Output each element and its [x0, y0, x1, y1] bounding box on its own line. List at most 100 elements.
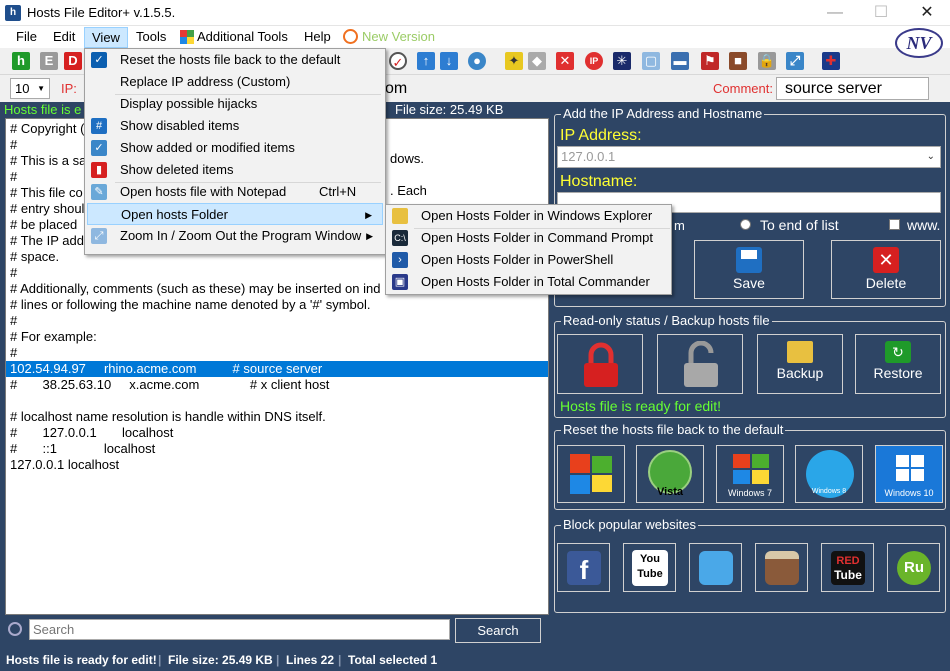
editor-line[interactable]: # ::1 localhost [10, 441, 155, 457]
reset-vista-button[interactable]: Vista [636, 445, 704, 503]
end-of-list-radio[interactable] [740, 219, 751, 230]
search-input[interactable] [29, 619, 450, 640]
block-redtube-button[interactable]: RED Tube [821, 543, 874, 592]
folder-icon[interactable]: ▬ [671, 52, 689, 70]
editor-line[interactable]: # This file co [10, 185, 83, 201]
delete-button[interactable]: ✕ Delete [831, 240, 941, 299]
ip-address-select[interactable]: 127.0.0.1 ⌄ [557, 146, 941, 168]
hosts-icon[interactable]: h [12, 52, 30, 70]
shield-icon[interactable]: ◆ [528, 52, 546, 70]
end-of-list-label: To end of list [760, 217, 839, 233]
menu-additional-tools[interactable]: Additional Tools [190, 26, 295, 48]
block-facebook-button[interactable]: f [557, 543, 610, 592]
editor-line[interactable]: # Additionally, comments (such as these)… [10, 281, 380, 297]
powershell-icon: › [392, 252, 408, 268]
editor-line[interactable]: # [10, 265, 17, 281]
submenu-item-command-prompt[interactable]: C:\ Open Hosts Folder in Command Prompt [388, 227, 669, 249]
expand-icon[interactable]: ⤢ [786, 52, 804, 70]
ip-icon[interactable]: IP [585, 52, 603, 70]
restore-button[interactable]: ↻ Restore [855, 334, 941, 394]
editor-line[interactable]: # Copyright ( [10, 121, 84, 137]
editor-line[interactable]: # The IP add [10, 233, 84, 249]
reset-win10-button[interactable]: Windows 10 [875, 445, 943, 503]
editor-line[interactable]: # entry shoul [10, 201, 84, 217]
logo-nv: NV [895, 28, 943, 58]
editor-line[interactable]: # 127.0.0.1 localhost [10, 425, 173, 441]
block-icon[interactable]: ✕ [556, 52, 574, 70]
editor-line[interactable]: # space. [10, 249, 59, 265]
submenu-item-total-commander[interactable]: ▣ Open Hosts Folder in Total Commander [388, 271, 669, 293]
language-flag-icon[interactable]: ✚ [822, 52, 840, 70]
disable-icon[interactable]: D [64, 52, 82, 70]
menu-help[interactable]: Help [297, 26, 338, 48]
menu-item-show-disabled[interactable]: # Show disabled items [87, 115, 383, 137]
block-rutube-button[interactable]: Ru [887, 543, 940, 592]
ip-address-label: IP Address: [560, 127, 642, 144]
block-instagram-button[interactable] [755, 543, 808, 592]
save-button[interactable]: Save [694, 240, 804, 299]
editor-line[interactable]: # [10, 169, 17, 185]
menu-item-replace-ip[interactable]: Replace IP address (Custom) [87, 71, 383, 93]
editor-line[interactable]: # [10, 313, 17, 329]
flag-icon[interactable]: ⚑ [701, 52, 719, 70]
edit-icon[interactable]: E [40, 52, 58, 70]
menu-item-zoom[interactable]: ⤢ Zoom In / Zoom Out the Program Window ▶ [87, 225, 383, 247]
editor-line[interactable]: 127.0.0.1 localhost [10, 457, 119, 473]
checkbox-icon: ✓ [91, 140, 107, 156]
menu-item-show-added[interactable]: ✓ Show added or modified items [87, 137, 383, 159]
maximize-button[interactable]: ☐ [858, 0, 904, 26]
close-button[interactable]: ✕ [904, 0, 950, 26]
submenu-item-explorer[interactable]: Open Hosts Folder in Windows Explorer [388, 205, 669, 227]
comment-input[interactable]: source server [776, 77, 929, 100]
reset-winxp-button[interactable] [557, 445, 625, 503]
line-select[interactable]: 10 ▼ [10, 78, 50, 99]
check-icon[interactable]: ✓ [389, 52, 407, 70]
search-bar: Search [0, 615, 950, 647]
menu-item-show-deleted[interactable]: ▮ Show deleted items [87, 159, 383, 181]
win8-label: Windows 8 [811, 488, 847, 495]
lock-button[interactable] [557, 334, 643, 394]
menu-tools[interactable]: Tools [129, 26, 173, 48]
menu-item-open-notepad[interactable]: ✎ Open hosts file with Notepad Ctrl+N [87, 181, 383, 203]
editor-line-selected[interactable]: 102.54.94.97 rhino.acme.com # source ser… [6, 361, 548, 377]
globe-icon[interactable]: ● [468, 52, 486, 70]
reset-win8-button[interactable]: Windows 8 [795, 445, 863, 503]
unlock-button[interactable] [657, 334, 743, 394]
menu-item-display-hijacks[interactable]: Display possible hijacks [87, 93, 383, 115]
hostname-label: Hostname: [560, 173, 638, 190]
view-menu-dropdown: ✓ Reset the hosts file back to the defaul… [84, 48, 386, 255]
box-icon[interactable]: ■ [729, 52, 747, 70]
checkmark-icon: ✓ [91, 52, 107, 68]
window-title: Hosts File Editor+ v.1.5.5. [27, 5, 176, 20]
search-button[interactable]: Search [455, 618, 541, 643]
lock-icon[interactable]: 🔒 [758, 52, 776, 70]
move-up-icon[interactable]: ↑ [417, 52, 435, 70]
menu-view[interactable]: View [84, 27, 128, 48]
editor-line[interactable]: # This is a sa [10, 153, 86, 169]
unlocked-padlock-icon [684, 341, 718, 387]
reset-win7-button[interactable]: Windows 7 [716, 445, 784, 503]
backup-button[interactable]: Backup [757, 334, 843, 394]
editor-line[interactable]: # 38.25.63.10 x.acme.com # x client host [10, 377, 329, 393]
www-checkbox[interactable] [889, 219, 900, 230]
menu-item-reset-hosts[interactable]: ✓ Reset the hosts file back to the defaul… [87, 49, 383, 71]
editor-line[interactable]: # localhost name resolution is handle wi… [10, 409, 326, 425]
network-icon[interactable]: ✳ [613, 52, 631, 70]
menu-item-open-hosts-folder[interactable]: Open hosts Folder ▶ [87, 203, 383, 225]
menu-new-version[interactable]: New Version [355, 26, 442, 48]
move-down-icon[interactable]: ↓ [440, 52, 458, 70]
editor-line[interactable]: # lines or following the machine name de… [10, 297, 371, 313]
status-bar: Hosts file is ready for edit! | File siz… [0, 649, 950, 671]
menu-file[interactable]: File [9, 26, 44, 48]
block-youtube-button[interactable]: You Tube [623, 543, 676, 592]
star-icon[interactable]: ✦ [505, 52, 523, 70]
editor-line[interactable]: # [10, 137, 17, 153]
editor-line[interactable]: # [10, 345, 17, 361]
editor-line[interactable]: # For example: [10, 329, 97, 345]
editor-line[interactable]: # be placed [10, 217, 77, 233]
minimize-button[interactable]: — [812, 0, 858, 26]
block-twitter-button[interactable] [689, 543, 742, 592]
submenu-item-powershell[interactable]: › Open Hosts Folder in PowerShell [388, 249, 669, 271]
frame-icon[interactable]: ▢ [642, 52, 660, 70]
menu-edit[interactable]: Edit [46, 26, 82, 48]
